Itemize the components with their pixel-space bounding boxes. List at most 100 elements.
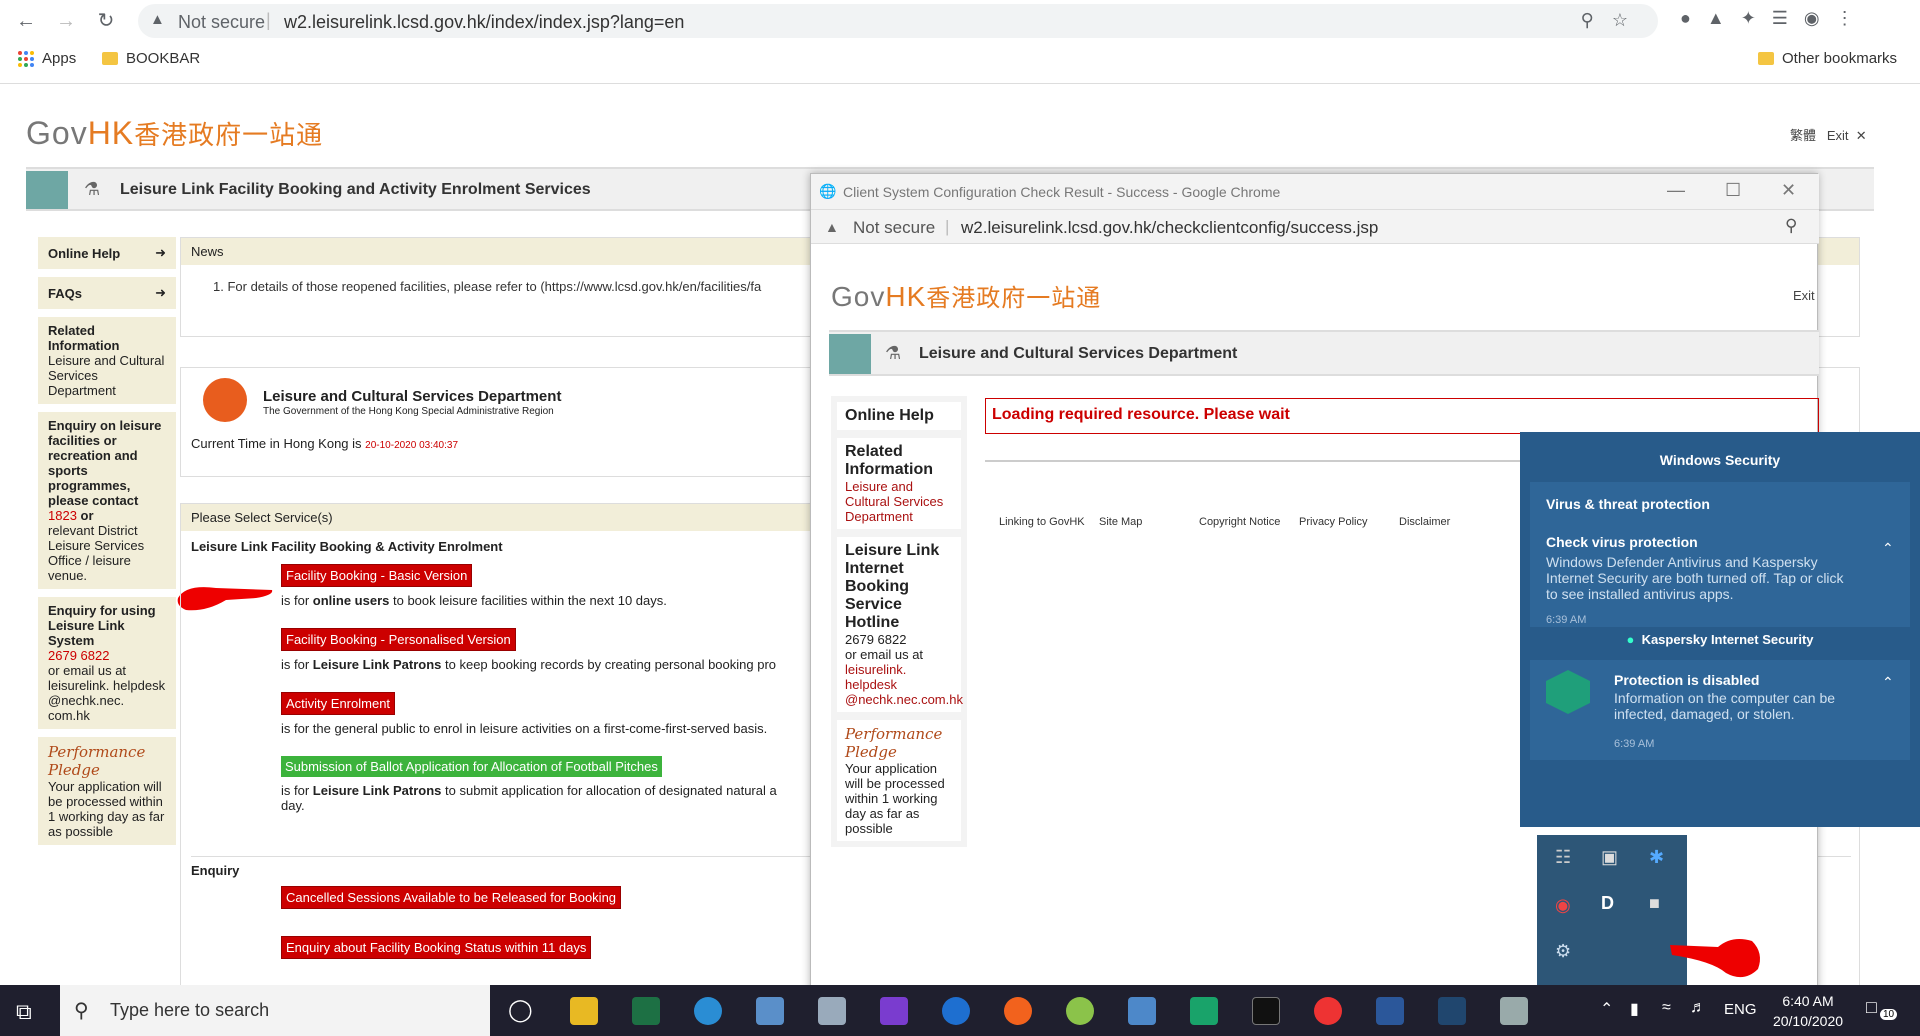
chevron-up-icon[interactable]: ⌃ [1882, 674, 1894, 691]
dept-name: Leisure and Cultural Services Department [263, 388, 562, 405]
taskbar: ⧉ ⚲ Type here to search ◯ ⌃ ▮ ≈ ♬ ENG 6:… [0, 985, 1920, 1036]
winsec-header: Windows Security [1659, 452, 1781, 468]
pledge-logo: Performance Pledge [845, 725, 943, 761]
notification-center-icon[interactable]: □ 10 [1866, 997, 1898, 1025]
lcsd-logo-icon [203, 378, 247, 422]
back-icon[interactable]: ← [14, 9, 38, 33]
facility-booking-basic-button[interactable]: Facility Booking - Basic Version [281, 564, 473, 587]
activity-enrolment-button[interactable]: Activity Enrolment [281, 692, 396, 715]
bluetooth-icon[interactable]: ✱ [1649, 847, 1664, 868]
popup-email-link[interactable]: leisurelink. helpdesk @nechk.nec.com.hk [845, 662, 963, 707]
online-help-link[interactable]: Online Help ➜ [38, 237, 176, 269]
security-key-icon[interactable]: ⚙ [1555, 941, 1571, 962]
browser-toolbar: ← → ↻ ▲ Not secure | w2.leisurelink.lcsd… [0, 0, 1920, 42]
excel-icon[interactable] [632, 997, 660, 1025]
winsec-notification-protection[interactable]: Protection is disabled Information on th… [1530, 660, 1910, 760]
kaspersky-label: ● Kaspersky Internet Security [1626, 632, 1814, 647]
firefox-icon[interactable] [1004, 997, 1032, 1025]
minimize-icon[interactable]: — [1667, 180, 1685, 201]
lang-link[interactable]: 繁體 [1790, 128, 1816, 143]
app-icon[interactable] [1128, 997, 1156, 1025]
other-bookmarks[interactable]: Other bookmarks [1758, 50, 1897, 67]
wifi-icon[interactable]: ≈ [1662, 999, 1671, 1017]
chevron-up-icon[interactable]: ⌃ [1600, 999, 1613, 1019]
footer-link-privacy[interactable]: Privacy Policy [1299, 516, 1399, 528]
footer-link-sitemap[interactable]: Site Map [1099, 516, 1199, 528]
govhk-logo[interactable]: GovHK香港政府一站通 [26, 115, 323, 152]
app-icon[interactable] [1066, 997, 1094, 1025]
bookmarks-bar: Apps BOOKBAR Other bookmarks [0, 42, 1920, 84]
zoom-icon[interactable]: ⚲ [1785, 216, 1797, 236]
network-icon[interactable]: ☷ [1555, 847, 1571, 868]
battery-icon[interactable]: ▮ [1630, 999, 1639, 1019]
popup-titlebar: 🌐 Client System Configuration Check Resu… [811, 174, 1819, 210]
popup-url: w2.leisurelink.lcsd.gov.hk/checkclientco… [961, 218, 1379, 237]
popup-online-help[interactable]: Online Help [837, 402, 961, 430]
app-icon[interactable]: ◉ [1555, 895, 1571, 916]
service-title: Leisure Link Facility Booking and Activi… [120, 181, 591, 198]
footer-link-govhk[interactable]: Linking to GovHK [999, 516, 1099, 528]
kaspersky-icon: ● [1626, 632, 1635, 647]
tray-overflow: ☷ ▣ ✱ ◉ D ■ ⚙ [1537, 835, 1687, 985]
app-icon[interactable] [880, 997, 908, 1025]
address-bar[interactable]: ▲ Not secure | w2.leisurelink.lcsd.gov.h… [138, 4, 1658, 38]
app-icon[interactable] [818, 997, 846, 1025]
enquiry-phone: 1823 [48, 508, 77, 523]
close-icon[interactable]: ✕ [1781, 180, 1796, 201]
app-icon[interactable] [1190, 997, 1218, 1025]
footer-link-disclaimer[interactable]: Disclaimer [1399, 516, 1499, 528]
popup-sidebar: Online Help Related Information Leisure … [831, 396, 967, 847]
app-icon[interactable] [756, 997, 784, 1025]
dept-sub: The Government of the Hong Kong Special … [263, 406, 554, 417]
medal-icon: ⚗ [84, 179, 101, 199]
popup-addressbar: ▲ Not secure | w2.leisurelink.lcsd.gov.h… [811, 210, 1819, 244]
red-pointer-annotation [1670, 939, 1760, 978]
close-icon[interactable]: ✕ [1852, 128, 1867, 143]
winsec-notification-virus[interactable]: Virus & threat protection Check virus pr… [1530, 482, 1910, 627]
ie-icon[interactable] [942, 997, 970, 1025]
ballot-application-button[interactable]: Submission of Ballot Application for All… [281, 756, 662, 777]
bookmark-bookbar[interactable]: BOOKBAR [102, 50, 200, 67]
pledge-block: Performance Pledge Your application will… [38, 737, 176, 845]
forward-icon[interactable]: → [54, 9, 78, 33]
popup-related-link[interactable]: Leisure and Cultural Services Department [845, 479, 953, 524]
footer-link-copyright[interactable]: Copyright Notice [1199, 516, 1299, 528]
chevron-up-icon[interactable]: ⌃ [1882, 540, 1894, 557]
facility-booking-personalised-button[interactable]: Facility Booking - Personalised Version [281, 628, 516, 651]
enquiry-block: Enquiry on leisure facilities or recreat… [38, 412, 176, 589]
edge-icon[interactable] [694, 997, 722, 1025]
word-icon[interactable] [1376, 997, 1404, 1025]
related-link[interactable]: Leisure and Cultural Services Department [48, 353, 166, 398]
popup-govhk-logo[interactable]: GovHK香港政府一站通 [831, 278, 1101, 313]
cortana-icon[interactable]: ◯ [508, 997, 533, 1023]
maximize-icon[interactable]: ☐ [1725, 180, 1741, 201]
clock[interactable]: 6:40 AM 20/10/2020 [1768, 991, 1848, 1031]
d-app-icon[interactable]: D [1601, 893, 1614, 914]
display-icon[interactable]: ■ [1649, 893, 1660, 914]
windows-start-icon[interactable]: ⧉ [16, 999, 32, 1025]
app-icon[interactable] [1500, 997, 1528, 1025]
usb-icon[interactable]: ▣ [1601, 847, 1618, 868]
extension-icons[interactable]: ●▲✦☰◉⋮ [1680, 8, 1870, 29]
faqs-link[interactable]: FAQs ➜ [38, 277, 176, 309]
url-text[interactable]: w2.leisurelink.lcsd.gov.hk/index/index.j… [284, 12, 684, 33]
volume-icon[interactable]: ♬ [1690, 999, 1706, 1017]
exit-link[interactable]: Exit [1827, 128, 1849, 143]
reload-icon[interactable]: ↻ [94, 9, 118, 33]
system-enquiry-block: Enquiry for using Leisure Link System 26… [38, 597, 176, 729]
language-indicator[interactable]: ENG [1724, 1001, 1757, 1018]
zoom-icon[interactable]: ⚲☆ [1581, 10, 1646, 31]
popup-exit-link[interactable]: Exit [1793, 288, 1815, 303]
booking-status-button[interactable]: Enquiry about Facility Booking Status wi… [281, 936, 592, 959]
bookmark-apps[interactable]: Apps [18, 50, 76, 67]
folder-icon [1758, 52, 1774, 65]
file-explorer-icon[interactable] [570, 997, 598, 1025]
popup-related-block: Related Information Leisure and Cultural… [837, 438, 961, 529]
helpdesk-email[interactable]: leisurelink. helpdesk @nechk.nec. com.hk [48, 678, 166, 723]
taskbar-search[interactable]: ⚲ Type here to search [60, 985, 490, 1036]
cancelled-sessions-button[interactable]: Cancelled Sessions Available to be Relea… [281, 886, 622, 909]
powershell-icon[interactable] [1438, 997, 1466, 1025]
chrome-icon[interactable] [1314, 997, 1342, 1025]
terminal-icon[interactable] [1252, 997, 1280, 1025]
current-time: Current Time in Hong Kong is 20-10-2020 … [191, 436, 459, 451]
